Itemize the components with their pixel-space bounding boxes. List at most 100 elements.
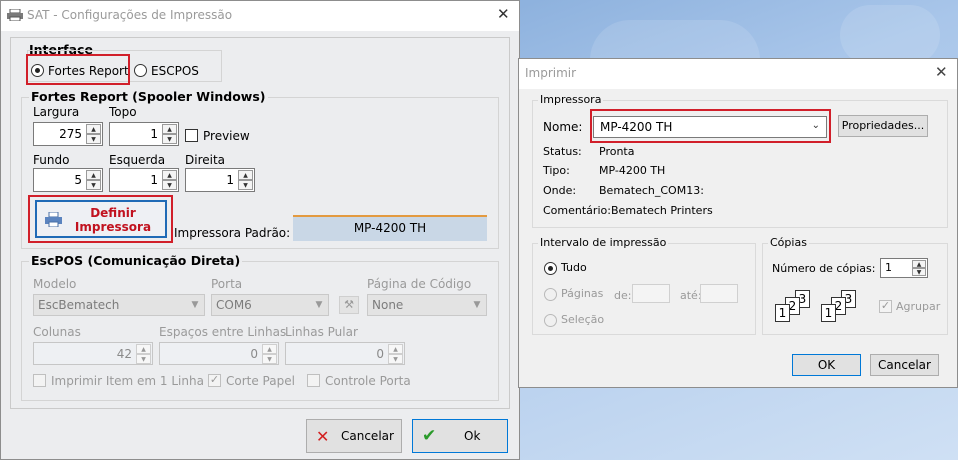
- direita-label: Direita: [185, 153, 226, 167]
- print-dialog-title: Imprimir: [525, 66, 577, 80]
- porta-value: COM6: [216, 298, 252, 312]
- status-value: Pronta: [599, 145, 635, 158]
- sat-print-config-window: SAT - Configurações de Impressão ✕ Inter…: [0, 0, 520, 460]
- spin-down-icon[interactable]: ▼: [912, 268, 926, 276]
- code-page-value: None: [372, 298, 404, 312]
- porta-select[interactable]: COM6 ▼: [211, 294, 329, 316]
- imprimir-item-label: Imprimir Item em 1 Linha: [51, 374, 204, 388]
- spin-up-icon[interactable]: ▲: [262, 344, 277, 354]
- all-label: Tudo: [561, 261, 587, 274]
- controle-porta-checkbox[interactable]: [307, 374, 320, 387]
- modelo-label: Modelo: [33, 277, 77, 291]
- spin-up-icon[interactable]: ▲: [388, 344, 403, 354]
- nome-label: Nome:: [543, 120, 583, 134]
- ok-button[interactable]: ✔ Ok: [412, 419, 508, 453]
- from-label: de:: [614, 289, 632, 302]
- define-printer-button[interactable]: Definir Impressora: [35, 200, 167, 238]
- print-ok-button[interactable]: OK: [792, 354, 861, 376]
- spin-up-icon[interactable]: ▲: [86, 170, 101, 180]
- to-page-input[interactable]: [700, 284, 738, 303]
- properties-button[interactable]: Propriedades...: [838, 115, 928, 137]
- linhas-pular-label: Linhas Pular: [285, 325, 358, 339]
- spin-down-icon[interactable]: ▼: [162, 180, 177, 190]
- spin-up-icon[interactable]: ▲: [238, 170, 253, 180]
- print-dialog-title-bar: Imprimir ✕: [519, 59, 957, 89]
- to-label: até:: [680, 289, 702, 302]
- spin-up-icon[interactable]: ▲: [912, 260, 926, 268]
- spin-down-icon[interactable]: ▼: [136, 354, 151, 364]
- corte-papel-checkbox[interactable]: ✓: [208, 374, 221, 387]
- colunas-spinner[interactable]: 42 ▲ ▼: [33, 342, 153, 365]
- collate-checkbox[interactable]: ✓: [879, 300, 892, 313]
- linhas-pular-value: 0: [376, 347, 384, 361]
- desktop-background-shape: [840, 5, 940, 65]
- espacos-label: Espaços entre Linhas: [159, 325, 287, 339]
- pages-label: Páginas: [561, 287, 604, 300]
- onde-value: Bematech_COM13:: [599, 184, 704, 197]
- spin-down-icon[interactable]: ▼: [162, 134, 177, 144]
- spin-up-icon[interactable]: ▲: [86, 124, 101, 134]
- spin-down-icon[interactable]: ▼: [86, 180, 101, 190]
- radio-escpos[interactable]: [134, 64, 147, 77]
- spin-up-icon[interactable]: ▲: [136, 344, 151, 354]
- largura-spinner[interactable]: 275 ▲ ▼: [33, 122, 103, 146]
- fundo-label: Fundo: [33, 153, 70, 167]
- espacos-spinner[interactable]: 0 ▲ ▼: [159, 342, 279, 365]
- chevron-down-icon: ▼: [473, 300, 481, 310]
- print-dialog: Imprimir ✕ Impressora Nome: MP-4200 TH ⌄…: [518, 58, 958, 388]
- window-title: SAT - Configurações de Impressão: [27, 8, 233, 22]
- fundo-value: 5: [74, 173, 82, 187]
- title-bar: SAT - Configurações de Impressão ✕: [1, 1, 519, 31]
- radio-pages[interactable]: [544, 288, 557, 301]
- preview-label: Preview: [203, 129, 250, 143]
- check-icon: ✔: [422, 426, 437, 446]
- spin-down-icon[interactable]: ▼: [388, 354, 403, 364]
- print-cancel-button[interactable]: Cancelar: [870, 354, 939, 376]
- config-panel: Interface Fortes Report ESCPOS Fortes Re…: [10, 37, 510, 409]
- hammer-tool-icon[interactable]: ⚒: [339, 296, 359, 314]
- modelo-select[interactable]: EscBematech ▼: [33, 294, 205, 316]
- imprimir-item-checkbox[interactable]: [33, 374, 46, 387]
- topo-spinner[interactable]: 1 ▲ ▼: [109, 122, 179, 146]
- highlight-box: [590, 109, 831, 143]
- selection-label: Seleção: [561, 313, 605, 326]
- colunas-label: Colunas: [33, 325, 81, 339]
- corte-papel-label: Corte Papel: [226, 374, 295, 388]
- largura-value: 275: [59, 127, 82, 141]
- spin-up-icon[interactable]: ▲: [162, 170, 177, 180]
- modelo-value: EscBematech: [38, 298, 120, 312]
- spin-down-icon[interactable]: ▼: [238, 180, 253, 190]
- close-icon[interactable]: ✕: [935, 63, 948, 81]
- fundo-spinner[interactable]: 5 ▲ ▼: [33, 168, 103, 192]
- comentario-label: Comentário:: [543, 204, 611, 217]
- fortes-report-title: Fortes Report (Spooler Windows): [29, 89, 268, 104]
- direita-value: 1: [226, 173, 234, 187]
- direita-spinner[interactable]: 1 ▲ ▼: [185, 168, 255, 192]
- spin-down-icon[interactable]: ▼: [86, 134, 101, 144]
- linhas-pular-spinner[interactable]: 0 ▲ ▼: [285, 342, 405, 365]
- espacos-value: 0: [250, 347, 258, 361]
- chevron-down-icon: ▼: [191, 300, 199, 310]
- controle-porta-label: Controle Porta: [325, 374, 411, 388]
- esquerda-spinner[interactable]: 1 ▲ ▼: [109, 168, 179, 192]
- status-label: Status:: [543, 145, 582, 158]
- code-page-select[interactable]: None ▼: [367, 294, 487, 316]
- escpos-title: EscPOS (Comunicação Direta): [29, 253, 243, 268]
- copies-spinner[interactable]: 1 ▲ ▼: [880, 258, 928, 278]
- copies-group-label: Cópias: [768, 236, 809, 249]
- radio-all[interactable]: [544, 262, 557, 275]
- close-icon[interactable]: ✕: [497, 5, 510, 23]
- spin-up-icon[interactable]: ▲: [162, 124, 177, 134]
- highlight-box: [26, 54, 130, 85]
- comentario-value: Bematech Printers: [611, 204, 713, 217]
- from-page-input[interactable]: [632, 284, 670, 303]
- escpos-option-label: ESCPOS: [151, 64, 199, 78]
- cancel-button-label: Cancelar: [341, 429, 394, 443]
- spin-down-icon[interactable]: ▼: [262, 354, 277, 364]
- largura-label: Largura: [33, 105, 80, 119]
- tipo-label: Tipo:: [543, 164, 570, 177]
- radio-selection[interactable]: [544, 314, 557, 327]
- preview-checkbox[interactable]: [185, 129, 198, 142]
- default-printer-value: MP-4200 TH: [293, 215, 487, 241]
- cancel-button[interactable]: ✕ Cancelar: [306, 419, 402, 453]
